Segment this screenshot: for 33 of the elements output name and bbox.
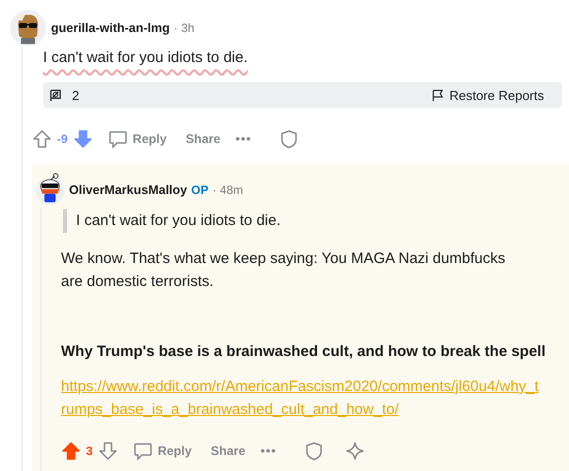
comment-text: We know. That's what we keep saying: You MAGA Nazi dumbfucks are domestic terrorists. [61,249,506,292]
vote-score: 3 [86,444,93,458]
shield-icon[interactable] [278,129,299,149]
op-label: OP [191,183,208,197]
reply-button[interactable]: Reply [128,441,196,461]
avatar-icon[interactable] [35,173,65,207]
flag-off-icon [49,88,62,102]
restore-reports-button[interactable]: Restore Reports [431,88,554,102]
post-link[interactable]: https://www.reddit.com/r/AmericanFascism2020/comments/jl60u4/why_trumps_base_is_a_brainwashed_cult_and_how_to/ [61,375,541,421]
report-count: 2 [72,88,80,102]
timestamp: · 3h [174,21,194,35]
vote-score: -9 [57,132,68,146]
comment-icon [132,441,153,461]
upvote-icon[interactable] [32,129,52,149]
username[interactable]: OliverMarkusMalloy [69,183,188,197]
comment-icon [108,129,128,149]
username[interactable]: guerilla-with-an-lmg [51,21,170,35]
timestamp: · 48m [212,183,244,197]
more-button[interactable]: ••• [229,132,258,146]
avatar-icon[interactable] [10,10,46,46]
reply-button[interactable]: Reply [104,129,171,149]
share-button[interactable]: Share [182,132,224,146]
post-title: Why Trump's base is a brainwashed cult, and how to break the spell [61,342,547,362]
downvote-icon[interactable] [72,129,93,149]
quoted-text: I can't wait for you idiots to die. [63,209,569,233]
upvote-icon[interactable] [61,441,81,461]
shield-icon[interactable] [304,441,324,461]
more-button[interactable]: ••• [254,444,283,458]
award-icon[interactable] [344,441,365,461]
comment-text: I can't wait for you idiots to die. [43,48,249,68]
share-button[interactable]: Share [206,444,250,458]
downvote-icon[interactable] [98,441,118,461]
flag-icon [431,88,444,102]
